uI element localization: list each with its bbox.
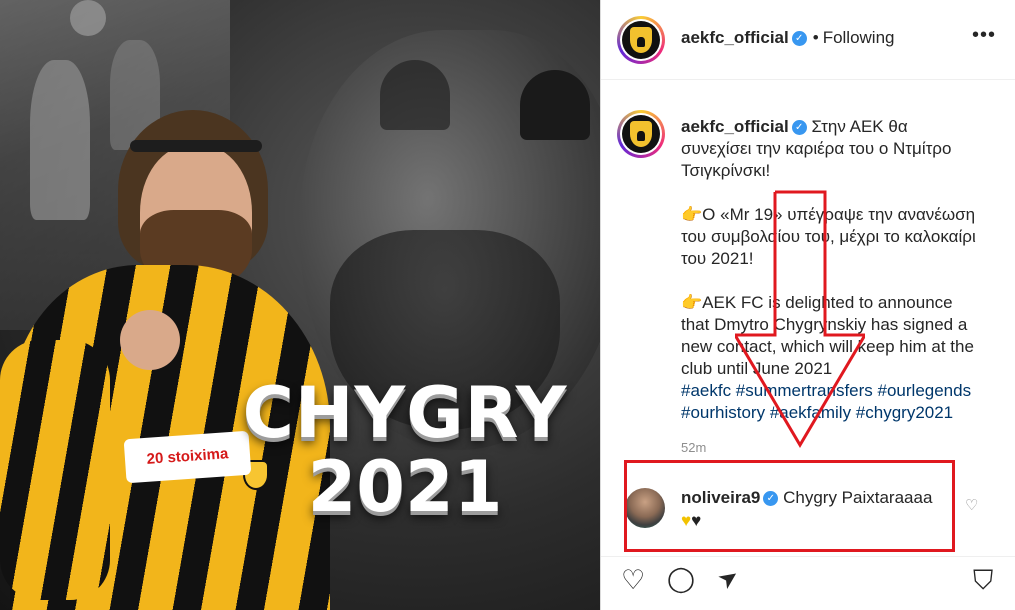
post-headline: CHYGRY 2021 — [215, 378, 595, 522]
headline-year: 2021 — [307, 446, 503, 528]
sponsor-prefix: 20 — [146, 449, 164, 468]
caption-avatar[interactable] — [617, 110, 665, 158]
save-bookmark-icon[interactable]: ⛉ — [973, 567, 993, 594]
caption-username[interactable]: aekfc_official — [681, 117, 789, 136]
eagle-silhouette-icon — [380, 60, 450, 130]
player-headband — [130, 140, 262, 152]
verified-badge-icon: ✓ — [791, 120, 807, 136]
action-bar: ♡ ◯ ➤ ⛉ — [601, 556, 1015, 610]
player-figure — [0, 110, 330, 610]
header-username[interactable]: aekfc_official — [681, 28, 789, 47]
player-hand — [120, 310, 180, 370]
ball-icon — [70, 0, 106, 36]
comment-bubble-icon[interactable]: ◯ — [667, 567, 695, 592]
verified-badge-icon: ✓ — [791, 31, 807, 47]
post-header: aekfc_official ✓ • Following ••• — [601, 0, 1015, 80]
comment-like-heart-icon[interactable]: ♡ — [965, 496, 978, 514]
player-arm — [0, 340, 110, 600]
account-avatar[interactable] — [617, 16, 665, 64]
more-options-icon[interactable]: ••• — [972, 24, 996, 47]
aek-crest-icon — [630, 27, 652, 53]
following-button[interactable]: Following — [823, 28, 895, 47]
post-image[interactable]: 20 stoixima CHYGRY 2021 — [0, 0, 600, 610]
post-time[interactable]: 52m — [681, 440, 706, 455]
share-send-icon[interactable]: ➤ — [713, 562, 745, 596]
separator-dot: • — [812, 28, 819, 47]
annotation-arrow — [735, 190, 865, 448]
header-account-row: aekfc_official ✓ • Following — [681, 28, 895, 48]
eagle-silhouette-icon — [520, 70, 590, 140]
like-heart-icon[interactable]: ♡ — [621, 567, 645, 594]
headline-name: CHYGRY — [242, 372, 568, 454]
annotation-highlight-box — [624, 460, 955, 552]
aek-crest-icon — [630, 121, 652, 147]
